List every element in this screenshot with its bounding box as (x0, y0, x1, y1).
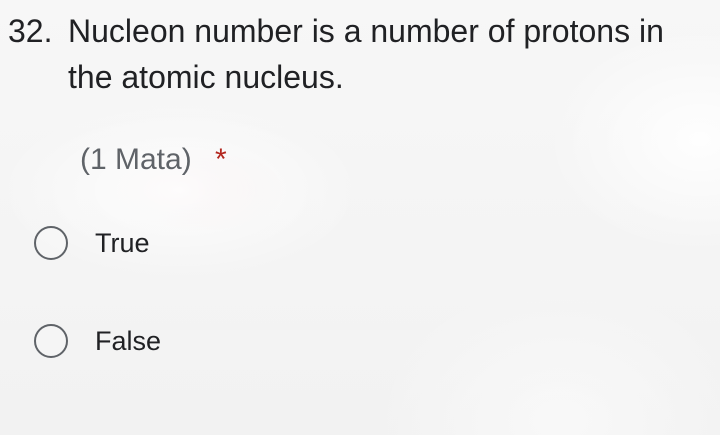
question-points: (1 Mata) (80, 143, 192, 176)
radio-false[interactable] (34, 324, 68, 358)
radio-true[interactable] (34, 226, 68, 260)
option-false[interactable]: False (34, 324, 161, 358)
option-label-true: True (95, 228, 150, 258)
option-true[interactable]: True (34, 226, 150, 260)
question-card: 32. Nucleon number is a number of proton… (0, 0, 720, 435)
question-text: Nucleon number is a number of protons in… (68, 13, 664, 95)
option-label-false: False (95, 326, 162, 356)
required-marker: * (215, 143, 227, 176)
question-number: 32. (8, 13, 53, 49)
